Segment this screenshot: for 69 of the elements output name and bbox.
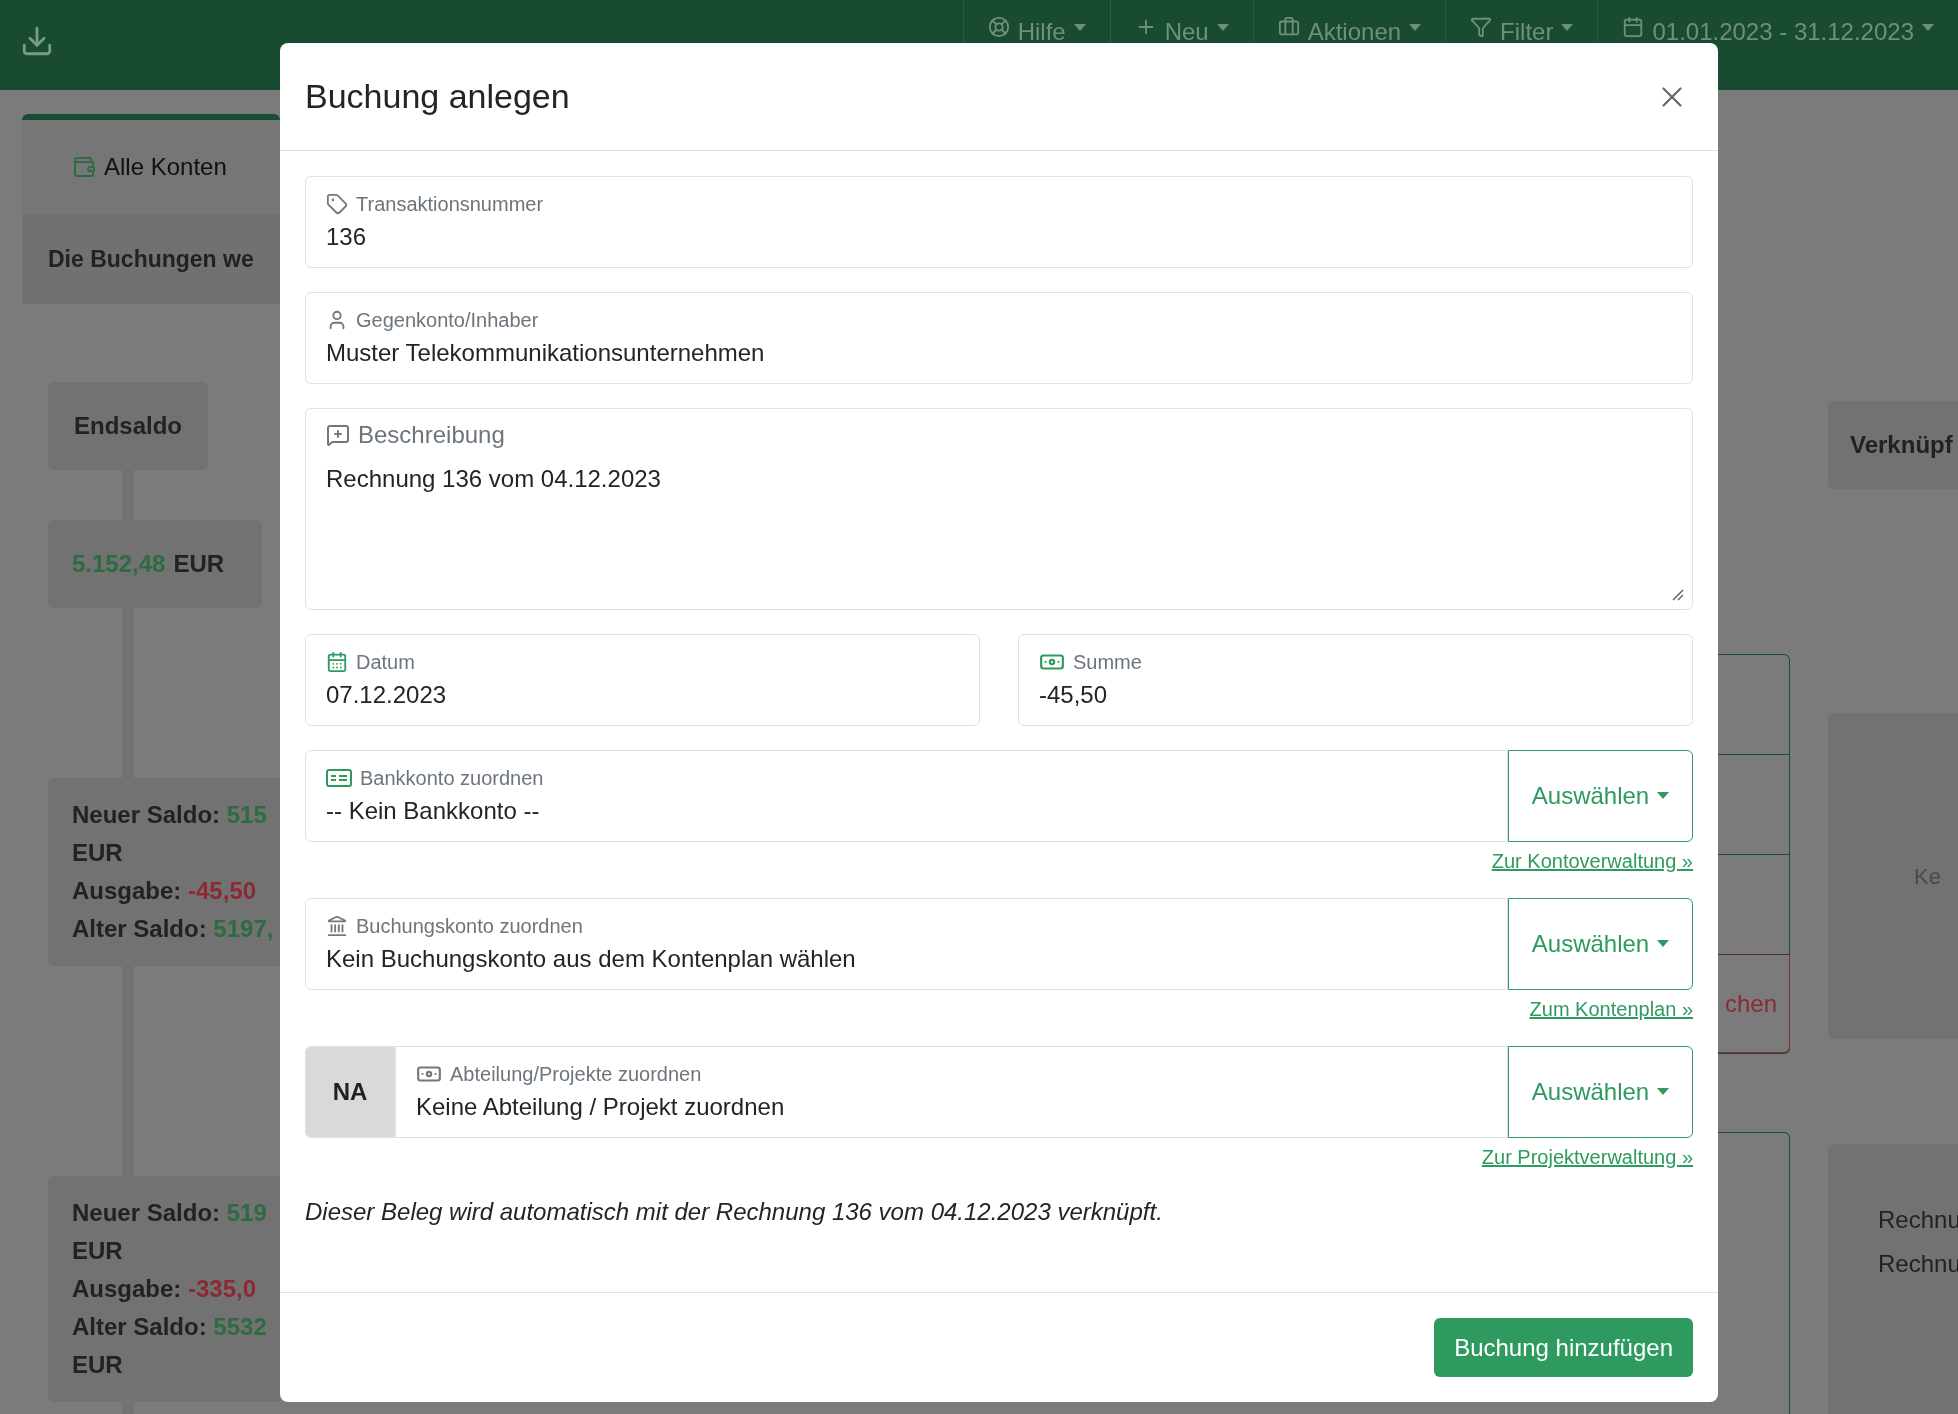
calendar-icon — [326, 651, 348, 673]
bank-card-icon — [326, 768, 352, 788]
select-dropdown-button[interactable]: Auswählen — [1508, 1046, 1693, 1138]
saldo-line: Neuer Saldo: 519 — [72, 1198, 268, 1228]
caret-icon — [1657, 792, 1670, 800]
input-field[interactable]: Datum 07.12.2023 — [305, 634, 980, 726]
comment-plus-icon — [326, 423, 350, 447]
submit-button[interactable]: Buchung hinzufügen — [1434, 1318, 1693, 1377]
linked-header: Verknüpf — [1828, 401, 1958, 489]
field-label: Datum — [356, 650, 415, 675]
bank-building-icon — [326, 915, 348, 937]
tab-label[interactable]: Alle Konten — [104, 149, 227, 185]
field-label: Buchungskonto zuordnen — [356, 914, 583, 939]
modal-title: Buchung anlegen — [305, 76, 570, 117]
field-label: Abteilung/Projekte zuordnen — [450, 1062, 702, 1087]
balance-unit: EUR — [173, 549, 225, 579]
caret-icon — [1216, 24, 1229, 32]
manage-link[interactable]: Zur Kontoverwaltung » — [1491, 846, 1693, 876]
field-label: Transaktionsnummer — [356, 192, 544, 217]
resize-handle-icon — [1670, 587, 1684, 601]
caret-icon — [1657, 1088, 1670, 1096]
balance-amount: 5.152,48 — [72, 549, 166, 579]
select-field[interactable]: Buchungskonto zuordnen Kein Buchungskonto aus dem Kontenplan wählen — [305, 898, 1508, 990]
saldo-line: Ausgabe: -335,0 — [72, 1274, 258, 1304]
saldo-line: Alter Saldo: 5197, — [72, 914, 275, 944]
field-value: 136 — [326, 222, 368, 252]
select-field[interactable]: Bankkonto zuordnen -- Kein Bankkonto -- — [305, 750, 1508, 842]
field-value: 07.12.2023 — [326, 680, 448, 710]
timeline-header: Endsaldo — [48, 382, 208, 470]
field-value: -45,50 — [1039, 680, 1109, 710]
caret-icon — [1561, 24, 1574, 32]
input-field[interactable]: Transaktionsnummer 136 — [305, 176, 1693, 268]
field-value: Keine Abteilung / Projekt zuordnen — [416, 1092, 786, 1122]
tag-icon — [326, 193, 348, 215]
wallet-icon — [72, 155, 96, 179]
field-label: Beschreibung — [358, 420, 505, 450]
select-dropdown-button[interactable]: Auswählen — [1508, 750, 1693, 842]
caret-icon — [1922, 24, 1934, 32]
prefix-label: NA — [305, 1046, 395, 1138]
saldo-line: EUR — [72, 1236, 124, 1266]
saldo-line: EUR — [72, 1350, 124, 1380]
menu-item-icon — [987, 16, 1010, 38]
select-dropdown-button[interactable]: Auswählen — [1508, 898, 1693, 990]
notice-text: Die Buchungen we — [48, 244, 254, 274]
saldo-line: Alter Saldo: 5532 — [72, 1312, 268, 1342]
menu-item-icon — [1277, 16, 1300, 38]
caret-icon — [1073, 24, 1086, 32]
field-value: -- Kein Bankkonto -- — [326, 796, 541, 826]
field-value: Rechnung 136 vom 04.12.2023 — [326, 464, 662, 494]
field-value: Muster Telekommunikationsunternehmen — [326, 338, 766, 368]
caret-icon — [1657, 940, 1670, 948]
textarea-field[interactable]: Beschreibung Rechnung 136 vom 04.12.2023 — [305, 408, 1693, 610]
saldo-line: Ausgabe: -45,50 — [72, 876, 258, 906]
input-field[interactable]: Gegenkonto/Inhaber Muster Telekommunikationsunternehmen — [305, 292, 1693, 384]
field-label: Bankkonto zuordnen — [360, 766, 544, 791]
manage-link[interactable]: Zur Projektverwaltung » — [1481, 1142, 1693, 1172]
saldo-line: EUR — [72, 838, 124, 868]
field-label: Summe — [1073, 650, 1142, 675]
download-icon[interactable] — [20, 24, 54, 58]
manage-link[interactable]: Zum Kontenplan » — [1529, 994, 1693, 1024]
caret-icon — [1409, 24, 1422, 32]
link-note: Dieser Beleg wird automatisch mit der Rechnung 136 vom 04.12.2023 verknüpft. — [305, 1197, 1164, 1227]
select-field[interactable]: Abteilung/Projekte zuordnen Keine Abteilung / Projekt zuordnen — [395, 1046, 1508, 1138]
saldo-line: Neuer Saldo: 515 — [72, 800, 268, 830]
field-label: Gegenkonto/Inhaber — [356, 308, 539, 333]
field-value: Kein Buchungskonto aus dem Kontenplan wählen — [326, 944, 857, 974]
menu-item-icon — [1622, 16, 1645, 38]
input-field[interactable]: Summe -45,50 — [1018, 634, 1693, 726]
menu-item-icon — [1470, 16, 1493, 38]
